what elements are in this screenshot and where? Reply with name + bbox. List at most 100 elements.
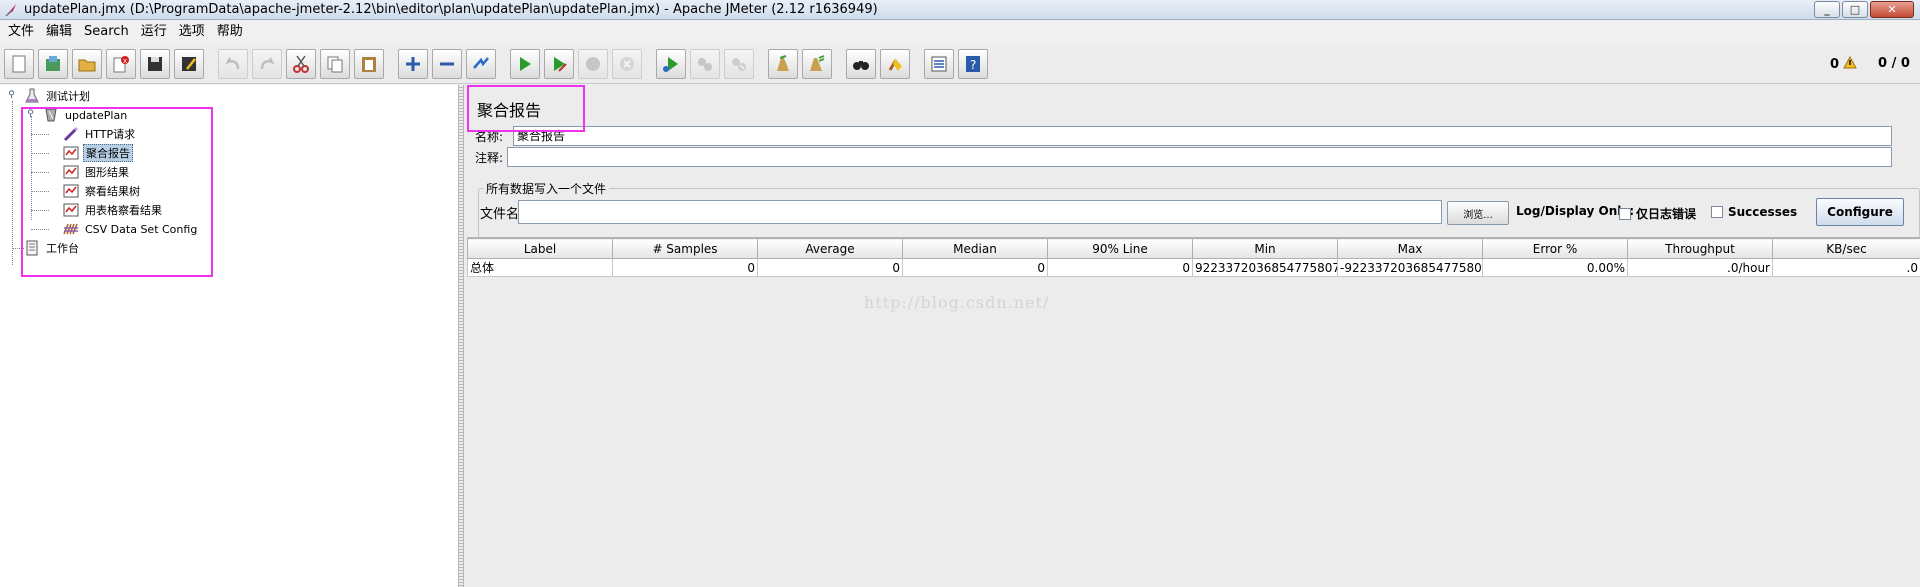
tree-node-test-plan[interactable]: 测试计划 <box>24 87 92 105</box>
column-header-label[interactable]: Label <box>467 238 613 259</box>
comment-field[interactable] <box>507 147 1892 167</box>
cell-average: 0 <box>757 258 903 277</box>
new-icon[interactable] <box>4 49 34 79</box>
warning-icon <box>1843 55 1857 73</box>
menu-file[interactable]: 文件 <box>2 21 40 43</box>
table-row[interactable]: 总体 0 0 0 0 9223372036854775807 -92233720… <box>467 258 1920 277</box>
expand-toggle-test-plan[interactable]: ⚲ <box>7 91 16 100</box>
pane-splitter[interactable] <box>458 85 464 587</box>
save-as-icon[interactable] <box>174 49 204 79</box>
paste-icon[interactable] <box>354 49 384 79</box>
warnings-count: 0 <box>1830 57 1840 72</box>
collapse-all-icon[interactable] <box>432 49 462 79</box>
configure-button[interactable]: Configure <box>1816 198 1904 226</box>
tree-node-csv-data-set-config[interactable]: CSV Data Set Config <box>63 220 199 238</box>
browse-button[interactable]: 浏览... <box>1447 201 1509 225</box>
undo-icon[interactable] <box>218 49 248 79</box>
stop-icon[interactable] <box>578 49 608 79</box>
tree-node-thread-group[interactable]: updatePlan <box>43 106 129 124</box>
jmeter-feather-icon <box>4 3 18 17</box>
menu-bar: 文件 编辑 Search 运行 选项 帮助 <box>0 20 1920 44</box>
panel-title: 聚合报告 <box>477 101 542 120</box>
clear-icon[interactable] <box>768 49 798 79</box>
redo-icon[interactable] <box>252 49 282 79</box>
cell-error: 0.00% <box>1482 258 1628 277</box>
remote-shutdown-icon[interactable] <box>724 49 754 79</box>
close-file-icon[interactable]: x <box>106 49 136 79</box>
column-header-average[interactable]: Average <box>757 238 903 259</box>
thread-count: 0 / 0 <box>1878 56 1910 71</box>
column-header-kb-sec[interactable]: KB/sec <box>1772 238 1920 259</box>
name-row: 名称: 聚合报告 <box>473 126 1892 146</box>
tree-node-label: CSV Data Set Config <box>85 222 198 236</box>
open-icon[interactable] <box>72 49 102 79</box>
expand-toggle-thread-group[interactable]: ⚲ <box>26 110 35 119</box>
tree-node-label: 聚合报告 <box>83 144 133 162</box>
save-icon[interactable] <box>140 49 170 79</box>
tree-node-label: 工作台 <box>46 242 79 255</box>
successes-option[interactable]: Successes <box>1711 205 1797 219</box>
window-title: updatePlan.jmx (D:\ProgramData\apache-jm… <box>24 2 878 17</box>
column-header-max[interactable]: Max <box>1337 238 1483 259</box>
flask-icon <box>24 88 40 104</box>
tree-node-label: HTTP请求 <box>85 128 136 141</box>
tree-node-label: updatePlan <box>65 108 128 122</box>
file-name-input[interactable] <box>518 200 1442 224</box>
remote-start-icon[interactable] <box>656 49 686 79</box>
errors-only-checkbox[interactable] <box>1619 207 1631 220</box>
tree-node-http-request[interactable]: HTTP请求 <box>63 125 137 143</box>
toggle-icon[interactable] <box>466 49 496 79</box>
copy-icon[interactable] <box>320 49 350 79</box>
name-label: 名称: <box>475 129 504 144</box>
minimize-button[interactable]: _ <box>1814 1 1840 18</box>
test-plan-tree: ⚲ ⚲ 测试计划 updatePlan HTTP请求 聚合报告 图形结果 察看结… <box>0 85 458 587</box>
tree-node-workbench[interactable]: 工作台 <box>24 239 81 257</box>
table-header-row: Label # Samples Average Median 90% Line … <box>467 238 1920 259</box>
menu-options[interactable]: 选项 <box>173 21 211 43</box>
column-header-error[interactable]: Error % <box>1482 238 1628 259</box>
help-icon[interactable]: ? <box>958 49 988 79</box>
close-window-button[interactable]: ✕ <box>1870 1 1914 18</box>
aggregate-report-panel: 聚合报告 名称: 聚合报告 注释: 所有数据写入一个文件 文件名 浏览... L… <box>465 85 1920 587</box>
comment-row: 注释: <box>473 147 1892 167</box>
column-header-min[interactable]: Min <box>1192 238 1338 259</box>
clear-all-icon[interactable] <box>802 49 832 79</box>
cut-icon[interactable] <box>286 49 316 79</box>
maximize-button[interactable]: □ <box>1842 1 1868 18</box>
tree-node-label: 察看结果树 <box>85 185 140 198</box>
tree-node-graph-results[interactable]: 图形结果 <box>63 163 131 181</box>
name-field[interactable]: 聚合报告 <box>513 126 1892 146</box>
search-icon[interactable] <box>846 49 876 79</box>
menu-run[interactable]: 运行 <box>135 21 173 43</box>
errors-only-option[interactable]: 仅日志错误 <box>1619 205 1696 222</box>
listener-icon <box>63 202 79 218</box>
cell-max: -9223372036854775808 <box>1337 258 1483 277</box>
menu-edit[interactable]: 编辑 <box>40 21 78 43</box>
tree-node-view-results-table[interactable]: 用表格察看结果 <box>63 201 164 219</box>
column-header-90-line[interactable]: 90% Line <box>1047 238 1193 259</box>
expand-all-icon[interactable] <box>398 49 428 79</box>
tree-node-aggregate-report[interactable]: 聚合报告 <box>63 144 133 162</box>
successes-checkbox[interactable] <box>1711 206 1723 218</box>
tree-node-view-results-tree[interactable]: 察看结果树 <box>63 182 142 200</box>
tree-node-label: 用表格察看结果 <box>85 204 162 217</box>
templates-icon[interactable] <box>38 49 68 79</box>
cell-kb-sec: .0 <box>1772 258 1920 277</box>
errors-only-label: 仅日志错误 <box>1636 207 1697 221</box>
column-header-throughput[interactable]: Throughput <box>1627 238 1773 259</box>
start-no-pause-icon[interactable] <box>544 49 574 79</box>
remote-stop-icon[interactable] <box>690 49 720 79</box>
menu-search[interactable]: Search <box>78 21 135 43</box>
listener-icon <box>63 183 79 199</box>
thread-count-text: 0 / 0 <box>1878 56 1910 71</box>
cell-min: 9223372036854775807 <box>1192 258 1338 277</box>
column-header-samples[interactable]: # Samples <box>612 238 758 259</box>
start-icon[interactable] <box>510 49 540 79</box>
column-header-median[interactable]: Median <box>902 238 1048 259</box>
reset-search-icon[interactable] <box>880 49 910 79</box>
write-to-file-group: 所有数据写入一个文件 文件名 浏览... Log/Display Only: 仅… <box>478 180 1920 238</box>
shutdown-icon[interactable] <box>612 49 642 79</box>
menu-help[interactable]: 帮助 <box>211 21 249 43</box>
warnings-indicator[interactable]: 0 <box>1830 55 1857 73</box>
function-helper-icon[interactable] <box>924 49 954 79</box>
